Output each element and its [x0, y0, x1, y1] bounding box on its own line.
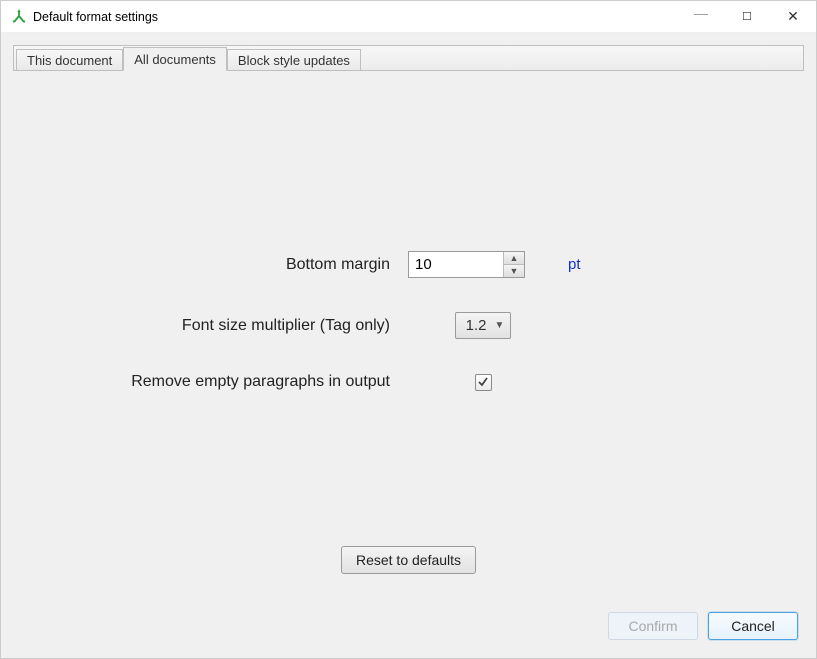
font-multiplier-value: 1.2 [466, 317, 487, 334]
tab-this-document[interactable]: This document [16, 49, 123, 71]
bottom-margin-spinner[interactable]: ▲ ▼ [408, 251, 525, 278]
font-multiplier-dropdown[interactable]: 1.2 ▼ [455, 312, 512, 339]
tab-all-documents[interactable]: All documents [123, 47, 227, 71]
remove-empty-label: Remove empty paragraphs in output [13, 373, 408, 391]
minimize-button[interactable]: — [678, 1, 724, 32]
checkmark-icon [477, 376, 489, 388]
caret-down-icon: ▼ [494, 320, 504, 331]
maximize-button[interactable]: ☐ [724, 1, 770, 32]
titlebar: Default format settings — ☐ ✕ [1, 1, 816, 33]
tabpane-all-documents: Bottom margin ▲ ▼ pt Font size multiplie… [13, 71, 804, 646]
maximize-icon: ☐ [742, 10, 752, 23]
tab-block-style-updates[interactable]: Block style updates [227, 49, 361, 71]
window-title: Default format settings [33, 10, 158, 24]
remove-empty-checkbox[interactable] [475, 374, 492, 391]
confirm-button: Confirm [608, 612, 698, 640]
reset-to-defaults-button[interactable]: Reset to defaults [341, 546, 476, 574]
spinner-down-icon[interactable]: ▼ [504, 265, 524, 277]
client-area: This document All documents Block style … [1, 33, 816, 658]
bottom-margin-input[interactable] [409, 252, 503, 277]
spinner-up-icon[interactable]: ▲ [504, 252, 524, 265]
bottom-margin-label: Bottom margin [13, 256, 408, 274]
close-button[interactable]: ✕ [770, 1, 816, 32]
minimize-icon: — [694, 5, 708, 21]
spinner-arrows: ▲ ▼ [503, 252, 524, 277]
tabstrip: This document All documents Block style … [13, 45, 804, 71]
app-icon [11, 9, 27, 25]
dialog-footer: Confirm Cancel [608, 612, 798, 640]
bottom-margin-unit: pt [568, 256, 618, 273]
close-icon: ✕ [787, 8, 799, 25]
cancel-button[interactable]: Cancel [708, 612, 798, 640]
settings-form: Bottom margin ▲ ▼ pt Font size multiplie… [13, 251, 804, 391]
font-multiplier-label: Font size multiplier (Tag only) [13, 317, 408, 335]
